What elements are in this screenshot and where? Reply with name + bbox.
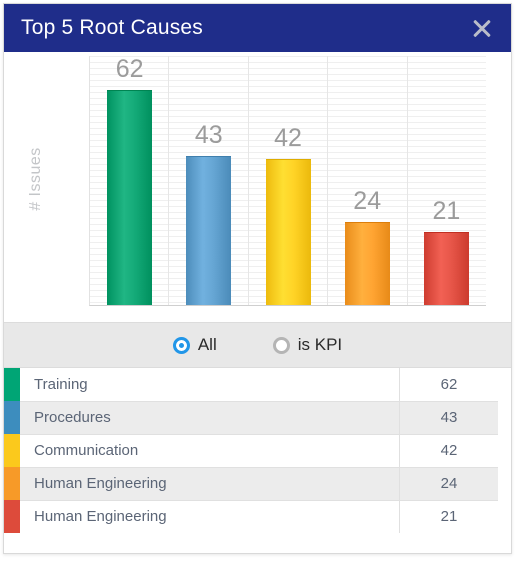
table-row[interactable]: Communication 42 — [4, 433, 498, 467]
color-swatch-icon — [4, 467, 20, 500]
radio-label-all: All — [197, 335, 217, 354]
row-cause-name: Training — [20, 368, 400, 401]
chart-bar-slot: 43 — [169, 56, 248, 305]
radio-label-is-kpi: is KPI — [297, 335, 343, 354]
dialog-titlebar: Top 5 Root Causes — [4, 4, 511, 52]
chart-bars: 62 43 42 24 21 — [90, 55, 486, 305]
radio-option-all[interactable]: All — [172, 335, 217, 355]
radio-option-is-kpi[interactable]: is KPI — [272, 335, 343, 355]
chart-bar-slot: 62 — [90, 55, 169, 305]
root-causes-table: Training 62 Procedures 43 Communication 42 Hum… — [4, 368, 498, 533]
row-cause-name: Human Engineering — [20, 466, 400, 500]
chart-bar-value-label: 42 — [274, 124, 302, 152]
table-row[interactable]: Human Engineering 21 — [4, 499, 498, 533]
row-color-swatch-cell — [4, 368, 20, 401]
chart-bar-slot: 21 — [407, 56, 486, 305]
table-row[interactable]: Training 62 — [4, 368, 498, 401]
chart-bar-value-label: 24 — [353, 187, 382, 215]
row-color-swatch-cell — [4, 500, 20, 533]
chart-plot-area: 62 43 42 24 21 — [89, 55, 486, 306]
chart-bar[interactable]: 42 — [265, 124, 311, 305]
bar-chart: # Issues 62 43 42 24 21 — [4, 52, 511, 322]
row-color-swatch-cell — [4, 401, 20, 434]
color-swatch-icon — [4, 368, 20, 401]
filter-bar: All is KPI — [4, 322, 511, 368]
close-icon[interactable] — [469, 15, 495, 41]
table-row[interactable]: Human Engineering 24 — [4, 466, 498, 500]
chart-bar-value-label: 43 — [194, 121, 223, 149]
row-issue-count: 42 — [399, 433, 498, 467]
row-issue-count: 21 — [399, 499, 498, 533]
chart-bar-slot: 42 — [248, 56, 327, 305]
row-color-swatch-cell — [4, 467, 20, 500]
chart-bar[interactable]: 24 — [344, 187, 390, 305]
chart-bar[interactable]: 21 — [423, 197, 469, 305]
row-color-swatch-cell — [4, 434, 20, 467]
chart-bar-slot: 24 — [328, 56, 407, 305]
radio-off-icon[interactable] — [272, 336, 290, 354]
color-swatch-icon — [4, 500, 20, 533]
table-row[interactable]: Procedures 43 — [4, 400, 498, 434]
radio-on-icon[interactable] — [172, 336, 190, 354]
chart-bar[interactable]: 62 — [107, 55, 153, 305]
chart-bar-value-label: 62 — [115, 55, 144, 83]
root-causes-table-wrap: Training 62 Procedures 43 Communication 42 Hum… — [4, 368, 511, 533]
color-swatch-icon — [4, 401, 20, 434]
row-cause-name: Human Engineering — [20, 499, 400, 533]
row-issue-count: 43 — [399, 400, 498, 434]
row-cause-name: Communication — [20, 433, 400, 467]
row-issue-count: 62 — [440, 375, 458, 393]
chart-bar[interactable]: 43 — [186, 121, 232, 305]
row-issue-count: 24 — [399, 466, 498, 500]
row-cause-name: Procedures — [20, 400, 400, 434]
root-causes-dialog: Top 5 Root Causes # Issues 62 43 42 24 21 Al… — [3, 3, 512, 554]
dialog-title: Top 5 Root Causes — [21, 16, 204, 39]
chart-bar-value-label: 21 — [432, 197, 461, 225]
y-axis-label: # Issues — [27, 147, 44, 211]
color-swatch-icon — [4, 434, 20, 467]
